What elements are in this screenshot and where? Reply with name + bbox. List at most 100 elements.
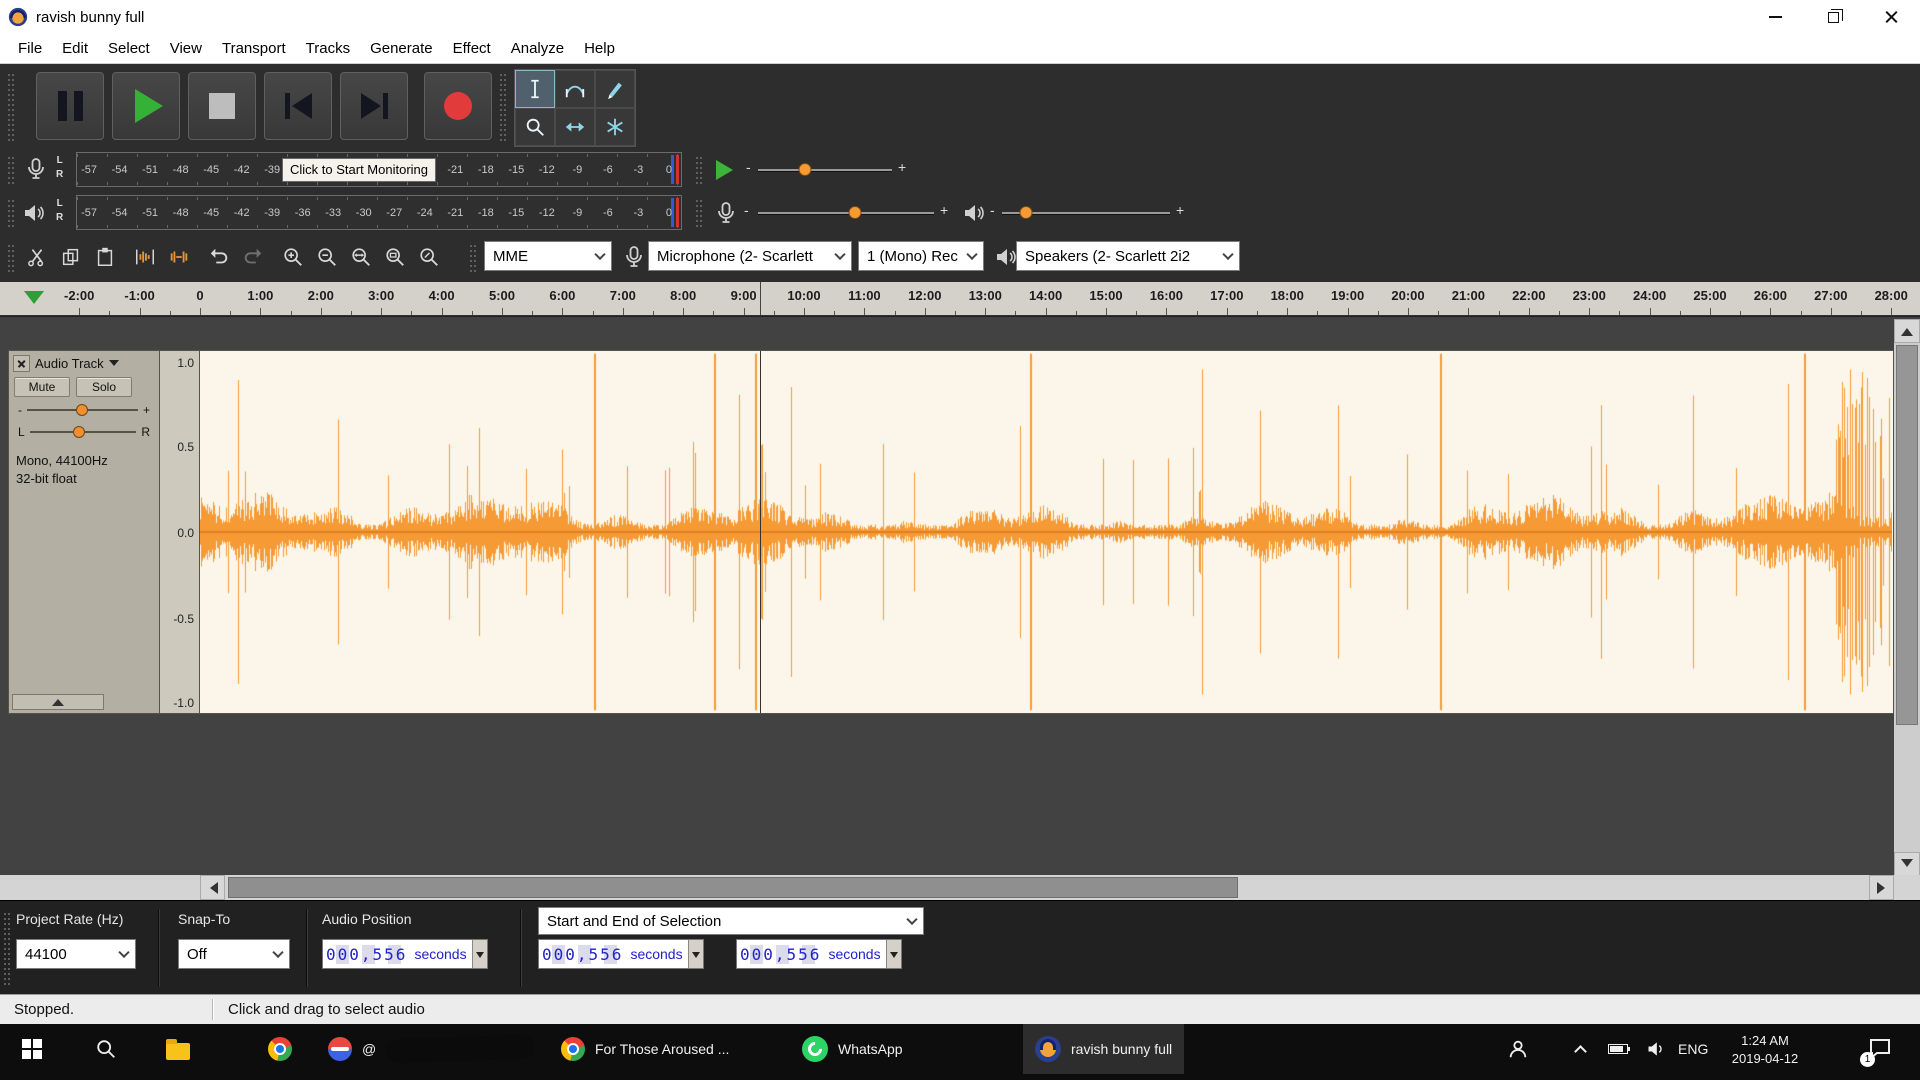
recording-meter[interactable]: Click to Start Monitoring -57-54-51-48-4… <box>76 152 682 187</box>
waveform-area[interactable] <box>200 350 1894 714</box>
mute-button[interactable]: Mute <box>14 377 70 397</box>
taskbar-item-whatsapp[interactable]: WhatsApp <box>790 1024 915 1074</box>
recording-device-select[interactable]: Microphone (2- Scarlett <box>648 241 852 271</box>
menu-generate[interactable]: Generate <box>360 40 443 57</box>
vertical-scrollbar-thumb[interactable] <box>1896 345 1918 725</box>
selection-start-dropdown[interactable] <box>688 940 703 968</box>
action-center-button[interactable]: 1 <box>1858 1024 1902 1074</box>
recording-channels-select[interactable]: 1 (Mono) Rec <box>858 241 984 271</box>
restore-button[interactable] <box>1804 0 1862 34</box>
menu-effect[interactable]: Effect <box>443 40 501 57</box>
close-button[interactable] <box>1862 0 1920 34</box>
menu-edit[interactable]: Edit <box>52 40 98 57</box>
waveform-canvas[interactable] <box>200 351 1892 713</box>
pan-slider-thumb[interactable] <box>73 426 85 438</box>
play-speed-slider[interactable] <box>758 160 892 180</box>
minimize-button[interactable] <box>1746 0 1804 34</box>
play-speed-slider-thumb[interactable] <box>798 163 811 176</box>
scroll-right-button[interactable] <box>1869 875 1894 900</box>
audio-position-field[interactable]: 000,556 seconds <box>322 939 488 969</box>
solo-button[interactable]: Solo <box>76 377 132 397</box>
chrome-button[interactable] <box>258 1024 302 1074</box>
track-menu-caret-icon[interactable] <box>109 360 119 371</box>
trim-audio-button[interactable] <box>128 240 161 273</box>
gain-slider-thumb[interactable] <box>76 404 88 416</box>
menu-select[interactable]: Select <box>98 40 160 57</box>
menu-help[interactable]: Help <box>574 40 625 57</box>
zoom-in-button[interactable] <box>276 240 309 273</box>
track-title[interactable]: Audio Track <box>35 356 104 371</box>
toolbar-grip[interactable] <box>500 73 507 141</box>
timeshift-tool-button[interactable] <box>555 108 595 146</box>
file-explorer-button[interactable] <box>156 1024 200 1074</box>
timeline-pin-icon[interactable] <box>24 291 44 314</box>
people-button[interactable] <box>1496 1024 1540 1074</box>
toolbar-grip[interactable] <box>8 199 15 227</box>
gain-slider[interactable]: - + <box>9 399 159 421</box>
undo-button[interactable] <box>202 240 235 273</box>
cut-button[interactable] <box>20 240 53 273</box>
menu-tracks[interactable]: Tracks <box>296 40 360 57</box>
playback-meter[interactable]: -57-54-51-48-45-42-39-36-33-30-27-24-21-… <box>76 195 682 230</box>
start-button[interactable] <box>10 1024 54 1074</box>
playback-volume-slider[interactable] <box>1002 203 1170 223</box>
menu-view[interactable]: View <box>160 40 212 57</box>
taskbar-item-chrome-window[interactable]: For Those Aroused ... <box>549 1024 741 1074</box>
paste-button[interactable] <box>88 240 121 273</box>
play-at-speed-icon[interactable] <box>716 160 733 180</box>
selection-start-field[interactable]: 000,556 seconds <box>538 939 704 969</box>
track-collapse-button[interactable] <box>12 694 104 710</box>
taskbar-clock[interactable]: 1:24 AM 2019-04-12 <box>1720 1032 1810 1068</box>
project-rate-select[interactable]: 44100 <box>16 939 136 969</box>
record-button[interactable] <box>424 72 492 140</box>
toolbar-grip[interactable] <box>8 156 15 184</box>
vertical-scrollbar[interactable] <box>1894 319 1920 876</box>
zoom-out-button[interactable] <box>310 240 343 273</box>
selection-mode-select[interactable]: Start and End of Selection <box>538 907 924 935</box>
draw-tool-button[interactable] <box>595 70 635 108</box>
toolbar-grip[interactable] <box>696 199 703 227</box>
track-close-button[interactable] <box>13 355 30 372</box>
toolbar-grip[interactable] <box>8 242 15 272</box>
pause-button[interactable] <box>36 72 104 140</box>
audio-position-dropdown[interactable] <box>472 940 487 968</box>
audio-host-select[interactable]: MME <box>484 241 612 271</box>
selection-end-field[interactable]: 000,556 seconds <box>736 939 902 969</box>
zoom-toggle-button[interactable] <box>412 240 445 273</box>
selection-end-digits[interactable]: 000,556 <box>737 945 824 964</box>
toolbar-grip[interactable] <box>8 73 15 141</box>
horizontal-scrollbar[interactable] <box>0 875 1920 900</box>
skip-to-start-button[interactable] <box>264 72 332 140</box>
horizontal-scrollbar-thumb[interactable] <box>228 877 1238 898</box>
menu-transport[interactable]: Transport <box>212 40 296 57</box>
selection-end-dropdown[interactable] <box>886 940 901 968</box>
pan-slider[interactable]: L R <box>9 421 159 443</box>
selection-start-digits[interactable]: 000,556 <box>539 945 626 964</box>
vertical-ruler[interactable]: 1.00.50.0-0.5-1.0 <box>160 350 200 714</box>
recording-volume-thumb[interactable] <box>848 206 861 219</box>
menu-file[interactable]: File <box>8 40 52 57</box>
scroll-down-button[interactable] <box>1894 852 1920 876</box>
snap-to-select[interactable]: Off <box>178 939 290 969</box>
zoom-tool-button[interactable] <box>515 108 555 146</box>
timeline-ruler[interactable]: -2:00-1:0001:002:003:004:005:006:007:008… <box>0 282 1920 316</box>
redo-button[interactable] <box>236 240 269 273</box>
taskbar-item-audacity[interactable]: ravish bunny full <box>1023 1024 1184 1074</box>
toolbar-grip[interactable] <box>4 911 11 985</box>
stop-button[interactable] <box>188 72 256 140</box>
playback-device-select[interactable]: Speakers (2- Scarlett 2i2 <box>1016 241 1240 271</box>
play-button[interactable] <box>112 72 180 140</box>
playback-volume-thumb[interactable] <box>1019 206 1032 219</box>
taskbar-search-button[interactable] <box>84 1024 128 1074</box>
scroll-left-button[interactable] <box>200 875 225 900</box>
taskbar-item-scribbled[interactable]: @ <box>316 1024 546 1074</box>
audio-position-digits[interactable]: 000,556 <box>323 945 410 964</box>
toolbar-grip[interactable] <box>696 156 703 184</box>
envelope-tool-button[interactable] <box>555 70 595 108</box>
scroll-up-button[interactable] <box>1894 319 1920 343</box>
multi-tool-button[interactable] <box>595 108 635 146</box>
copy-button[interactable] <box>54 240 87 273</box>
silence-audio-button[interactable] <box>162 240 195 273</box>
recording-volume-slider[interactable] <box>758 203 934 223</box>
toolbar-grip[interactable] <box>470 242 477 272</box>
